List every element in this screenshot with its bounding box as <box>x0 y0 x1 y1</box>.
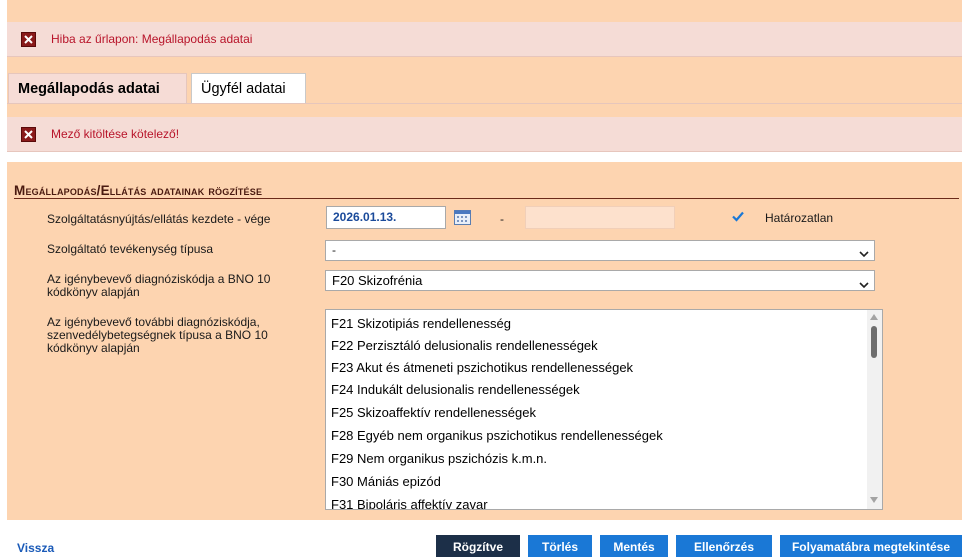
list-option[interactable]: F31 Bipoláris affektív zavar <box>331 497 488 509</box>
scroll-thumb[interactable] <box>871 326 877 358</box>
main-diagnosis-value: F20 Skizofrénia <box>332 273 423 288</box>
tab-agreement-data[interactable]: Megállapodás adatai <box>8 73 187 103</box>
scroll-up-icon[interactable] <box>870 314 878 320</box>
scroll-down-icon[interactable] <box>870 497 878 503</box>
tab-client-data[interactable]: Ügyfél adatai <box>191 73 306 103</box>
save-button[interactable]: Mentés <box>600 535 668 557</box>
form-error-message: Hiba az űrlapon: Megállapodás adatai <box>51 32 253 46</box>
indefinite-checkbox[interactable] <box>730 208 746 224</box>
date-separator: - <box>500 212 504 226</box>
list-option[interactable]: F21 Skizotipiás rendellenesség <box>331 316 511 331</box>
other-diagnoses-label: Az igénybevevő további diagnóziskódja, s… <box>47 315 268 355</box>
error-icon <box>21 127 36 142</box>
error-icon <box>21 32 36 47</box>
activity-type-label: Szolgáltató tevékenység típusa <box>47 242 214 256</box>
activity-type-value: - <box>332 243 336 257</box>
form-error-bar: Hiba az űrlapon: Megállapodás adatai <box>7 22 962 57</box>
indefinite-label: Határozatlan <box>765 211 834 225</box>
section-divider <box>14 198 959 199</box>
tab-underline <box>7 103 962 104</box>
list-option[interactable]: F22 Perzisztáló delusionalis rendellenes… <box>331 338 598 353</box>
separator <box>7 152 962 162</box>
check-button[interactable]: Ellenőrzés <box>676 535 772 557</box>
list-option[interactable]: F28 Egyéb nem organikus pszichotikus ren… <box>331 428 663 443</box>
date-range-label: Szolgáltatásnyújtás/ellátás kezdete - vé… <box>47 212 271 226</box>
delete-button[interactable]: Törlés <box>528 535 592 557</box>
chevron-down-icon <box>859 246 869 258</box>
flowchart-button[interactable]: Folyamatábra megtekintése <box>780 535 962 557</box>
start-date-input[interactable]: 2026.01.13. <box>326 206 446 229</box>
field-error-bar: Mező kitöltése kötelező! <box>7 117 962 152</box>
recorded-button[interactable]: Rögzítve <box>436 535 520 557</box>
list-option[interactable]: F29 Nem organikus pszichózis k.m.n. <box>331 451 547 466</box>
list-option[interactable]: F30 Mániás epizód <box>331 474 441 489</box>
field-error-message: Mező kitöltése kötelező! <box>51 127 180 141</box>
activity-type-select[interactable]: - <box>325 240 875 261</box>
end-date-input[interactable] <box>525 206 675 229</box>
other-diagnoses-listbox[interactable]: F21 Skizotipiás rendellenesség F22 Perzi… <box>325 309 883 510</box>
chevron-down-icon <box>859 276 869 289</box>
main-diagnosis-label: Az igénybevevő diagnóziskódja a BNO 10 k… <box>47 272 271 299</box>
section-title: Megállapodás/Ellátás adatainak rögzítése <box>14 183 263 198</box>
listbox-scrollbar[interactable] <box>867 310 882 509</box>
back-link[interactable]: Vissza <box>17 541 54 555</box>
main-diagnosis-select[interactable]: F20 Skizofrénia <box>325 270 875 291</box>
calendar-icon[interactable] <box>454 209 471 225</box>
list-option[interactable]: F25 Skizoaffektív rendellenességek <box>331 405 536 420</box>
form-panel: Hiba az űrlapon: Megállapodás adatai Meg… <box>7 0 962 520</box>
list-option[interactable]: F24 Indukált delusionalis rendellenesség… <box>331 382 580 397</box>
list-option[interactable]: F23 Akut és átmeneti pszichotikus rendel… <box>331 360 633 375</box>
